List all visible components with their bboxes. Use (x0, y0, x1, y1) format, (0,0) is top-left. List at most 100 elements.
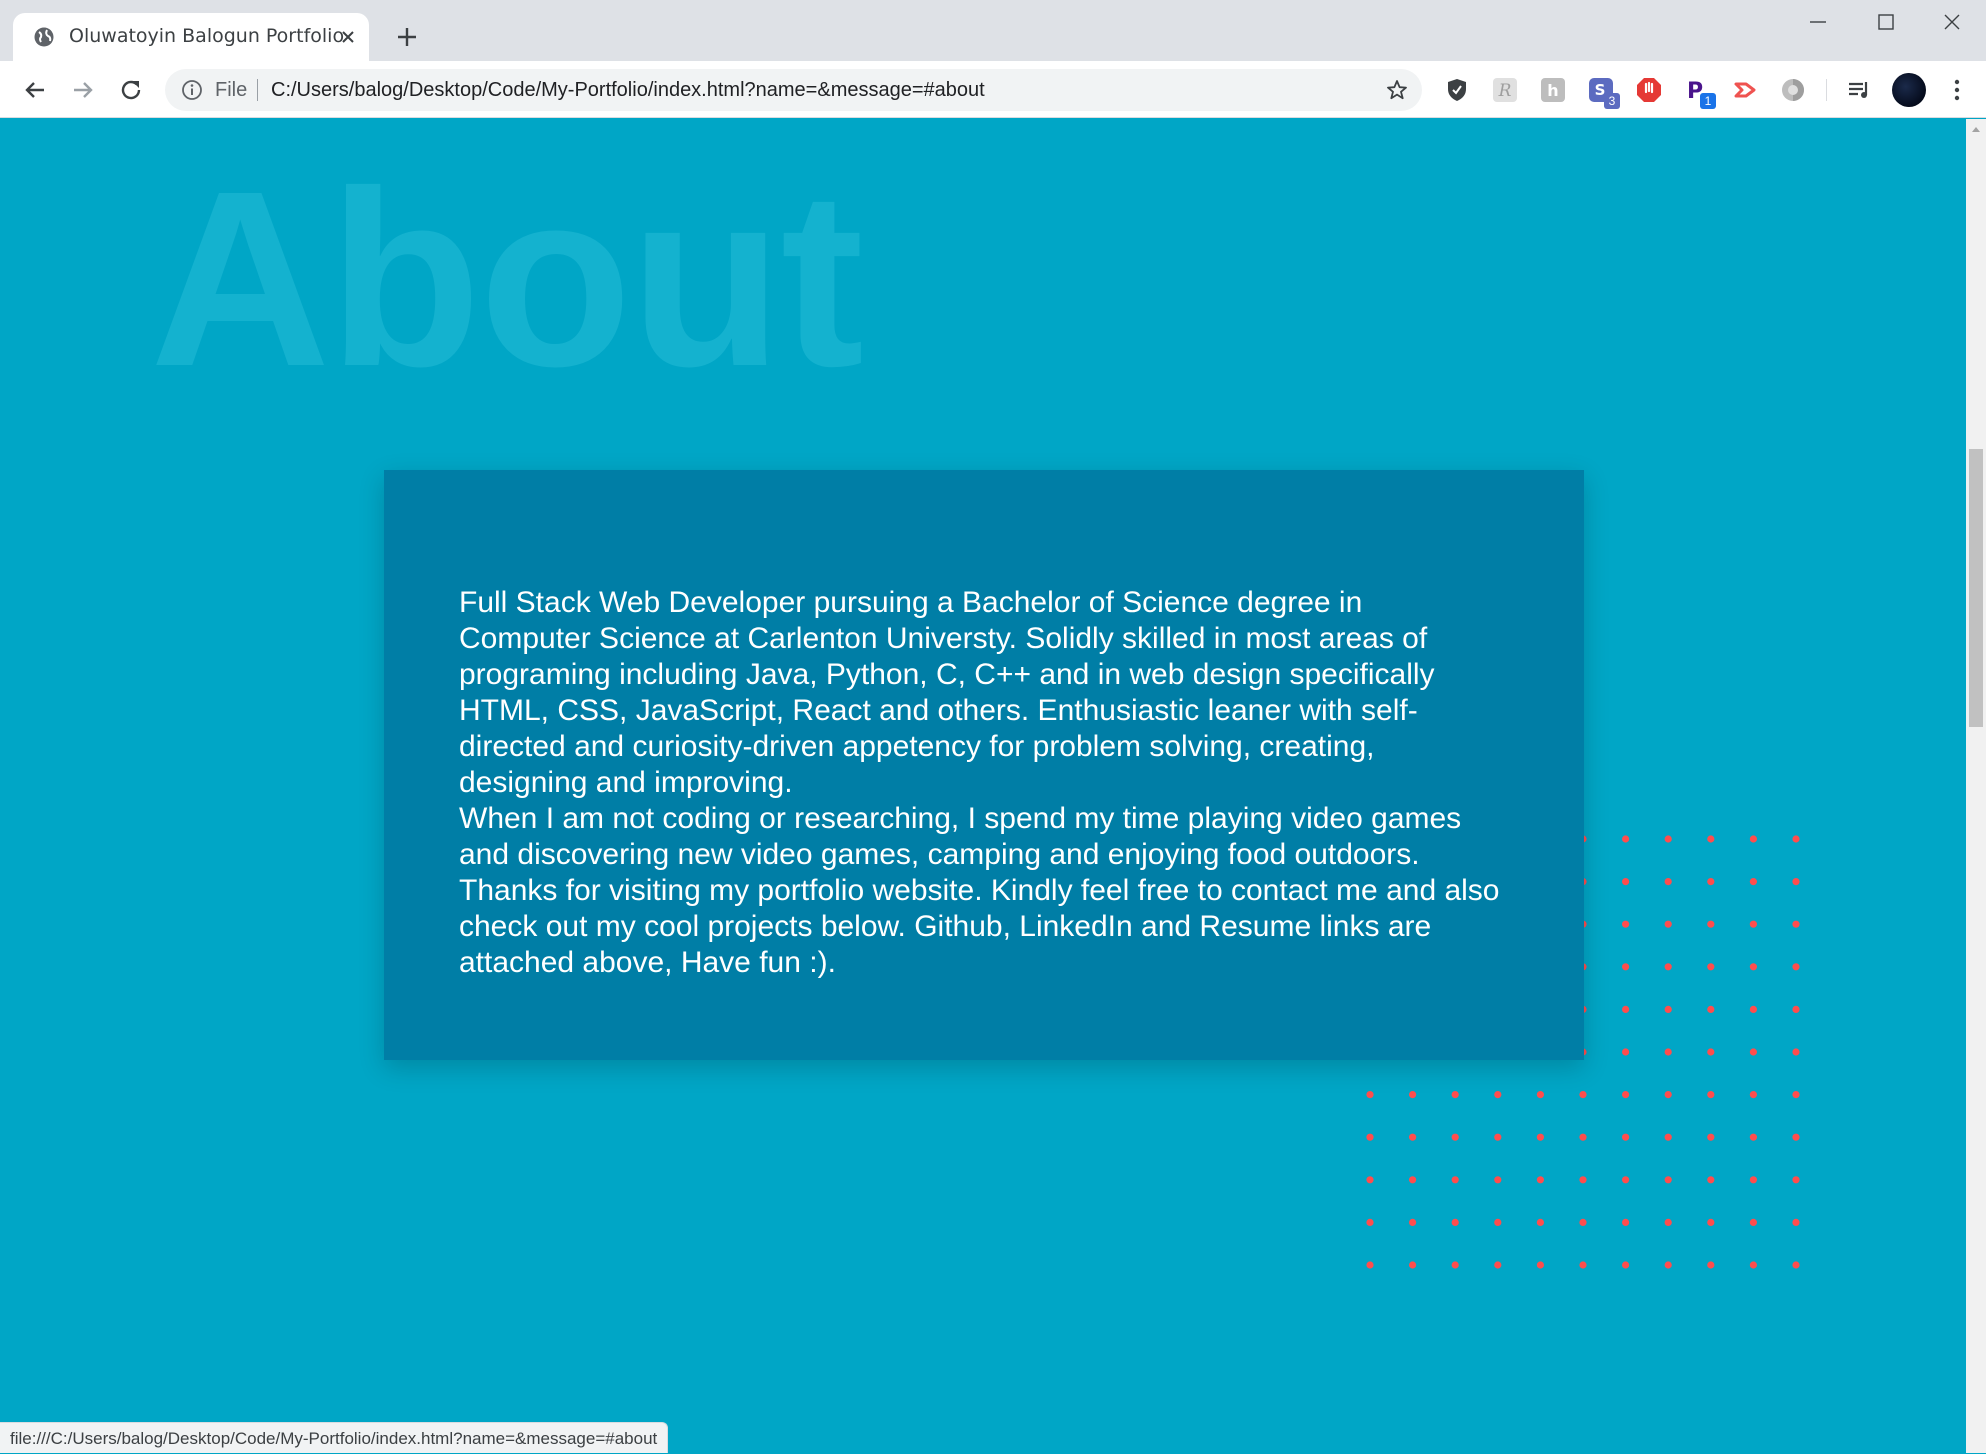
menu-kebab-icon[interactable] (1944, 77, 1970, 103)
pattern-dot (1749, 963, 1757, 971)
tab-title: Oluwatoyin Balogun Portfolio (69, 25, 345, 47)
pattern-dot (1792, 1048, 1800, 1056)
pattern-dot (1707, 1218, 1715, 1226)
pattern-dot (1664, 1261, 1672, 1269)
arrow-extension-icon[interactable] (1732, 77, 1758, 103)
pattern-dot (1707, 835, 1715, 843)
new-tab-icon[interactable] (392, 22, 422, 52)
url-text[interactable]: C:/Users/balog/Desktop/Code/My-Portfolio… (271, 79, 985, 102)
pattern-dot (1366, 1261, 1374, 1269)
pattern-dot (1409, 1261, 1417, 1269)
pattern-dot (1664, 1091, 1672, 1099)
pattern-dot (1792, 1005, 1800, 1013)
pattern-dot (1622, 1005, 1630, 1013)
pattern-dot (1409, 1176, 1417, 1184)
pattern-dot (1622, 1048, 1630, 1056)
info-icon[interactable] (181, 79, 203, 101)
maximize-button[interactable] (1852, 0, 1920, 44)
section-watermark-title: About (150, 139, 864, 418)
pattern-dot (1622, 920, 1630, 928)
pattern-dot (1536, 1133, 1544, 1141)
pattern-dot (1366, 1176, 1374, 1184)
circle-extension-icon[interactable] (1780, 77, 1806, 103)
pattern-dot (1494, 1218, 1502, 1226)
scrollbar-thumb[interactable] (1969, 449, 1983, 727)
scroll-up-arrow-icon[interactable] (1970, 123, 1982, 135)
address-bar[interactable]: File C:/Users/balog/Desktop/Code/My-Port… (165, 69, 1422, 111)
pattern-dot (1622, 1261, 1630, 1269)
back-arrow-icon[interactable] (20, 75, 50, 105)
svg-text:h: h (1547, 81, 1558, 100)
pattern-dot (1664, 878, 1672, 886)
window-close-button[interactable] (1918, 0, 1986, 44)
pattern-dot (1664, 920, 1672, 928)
browser-toolbar: File C:/Users/balog/Desktop/Code/My-Port… (0, 61, 1986, 118)
s-extension-button[interactable]: S 3 (1588, 77, 1620, 109)
minimize-button[interactable] (1784, 0, 1852, 44)
link-status-bubble: file:///C:/Users/balog/Desktop/Code/My-P… (0, 1422, 669, 1453)
forward-arrow-icon[interactable] (68, 75, 98, 105)
media-queue-icon[interactable] (1846, 77, 1872, 103)
globe-icon (34, 27, 54, 47)
about-card: Full Stack Web Developer pursuing a Bach… (384, 470, 1584, 1060)
pattern-dot (1536, 1091, 1544, 1099)
shield-extension-icon[interactable] (1444, 77, 1470, 103)
stop-extension-icon[interactable] (1636, 77, 1662, 103)
pattern-dot (1494, 1176, 1502, 1184)
pattern-dot (1451, 1176, 1459, 1184)
pattern-dot (1536, 1261, 1544, 1269)
pattern-dot (1664, 835, 1672, 843)
pattern-dot (1366, 1091, 1374, 1099)
pattern-dot (1707, 878, 1715, 886)
p-extension-badge: 1 (1700, 93, 1716, 109)
pattern-dot (1451, 1091, 1459, 1099)
maximize-icon (1878, 14, 1894, 30)
pattern-dot (1579, 1176, 1587, 1184)
pattern-dot (1792, 1091, 1800, 1099)
about-section: About Full Stack Web Developer pursuing … (0, 119, 1966, 1453)
h-extension-icon[interactable]: h (1540, 77, 1566, 103)
minimize-icon (1810, 21, 1826, 23)
pattern-dot (1622, 835, 1630, 843)
bookmark-star-icon[interactable] (1385, 78, 1409, 102)
toolbar-divider (1826, 79, 1827, 101)
pattern-dot (1707, 920, 1715, 928)
pattern-dot (1749, 1133, 1757, 1141)
browser-tab[interactable]: Oluwatoyin Balogun Portfolio (13, 13, 369, 61)
pattern-dot (1622, 878, 1630, 886)
pattern-dot (1494, 1133, 1502, 1141)
pattern-dot (1579, 1133, 1587, 1141)
pattern-dot (1792, 1218, 1800, 1226)
reload-icon[interactable] (116, 75, 146, 105)
pattern-dot (1579, 1261, 1587, 1269)
pattern-dot (1749, 1005, 1757, 1013)
pattern-dot (1749, 1091, 1757, 1099)
p-extension-button[interactable]: P 1 (1684, 77, 1716, 109)
pattern-dot (1536, 1176, 1544, 1184)
pattern-dot (1749, 878, 1757, 886)
pattern-dot (1451, 1133, 1459, 1141)
pattern-dot (1707, 1261, 1715, 1269)
window-close-icon (1944, 14, 1960, 30)
svg-text:R: R (1498, 81, 1512, 101)
about-paragraph-1: Full Stack Web Developer pursuing a Bach… (459, 586, 1435, 799)
pattern-dot (1536, 1218, 1544, 1226)
pattern-dot (1622, 1133, 1630, 1141)
vertical-scrollbar[interactable] (1966, 119, 1986, 1453)
profile-avatar[interactable] (1892, 73, 1926, 107)
pattern-dot (1792, 963, 1800, 971)
pattern-dot (1409, 1218, 1417, 1226)
pattern-dot (1622, 963, 1630, 971)
tab-close-icon[interactable] (337, 26, 359, 48)
pattern-dot (1494, 1091, 1502, 1099)
pattern-dot (1409, 1133, 1417, 1141)
s-extension-badge: 3 (1604, 93, 1620, 109)
script-r-extension-icon[interactable]: R (1492, 77, 1518, 103)
pattern-dot (1579, 1218, 1587, 1226)
pattern-dot (1792, 1133, 1800, 1141)
pattern-dot (1664, 1218, 1672, 1226)
pattern-dot (1451, 1218, 1459, 1226)
pattern-dot (1792, 1176, 1800, 1184)
pattern-dot (1494, 1261, 1502, 1269)
pattern-dot (1622, 1218, 1630, 1226)
